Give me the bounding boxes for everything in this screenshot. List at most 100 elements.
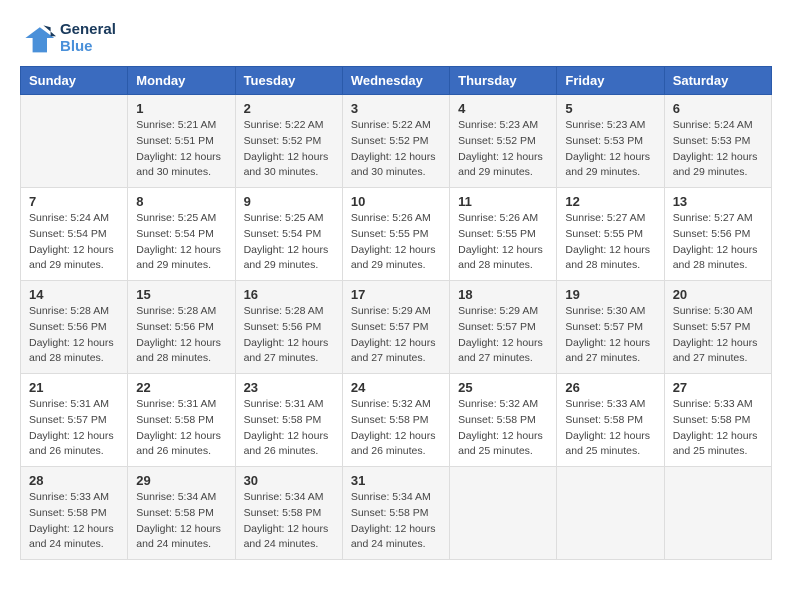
day-info: Sunrise: 5:26 AM Sunset: 5:55 PM Dayligh…	[458, 211, 548, 274]
day-info: Sunrise: 5:24 AM Sunset: 5:53 PM Dayligh…	[673, 118, 763, 181]
calendar-cell: 6Sunrise: 5:24 AM Sunset: 5:53 PM Daylig…	[664, 95, 771, 188]
day-number: 30	[244, 473, 334, 488]
calendar-table: SundayMondayTuesdayWednesdayThursdayFrid…	[20, 66, 772, 560]
column-header-wednesday: Wednesday	[342, 67, 449, 95]
day-number: 9	[244, 194, 334, 209]
day-info: Sunrise: 5:24 AM Sunset: 5:54 PM Dayligh…	[29, 211, 119, 274]
day-number: 15	[136, 287, 226, 302]
column-header-friday: Friday	[557, 67, 664, 95]
day-info: Sunrise: 5:34 AM Sunset: 5:58 PM Dayligh…	[351, 490, 441, 553]
day-number: 10	[351, 194, 441, 209]
calendar-cell: 10 Sunrise: 5:26 AM Sunset: 5:55 PM Dayli…	[342, 188, 449, 281]
day-number: 23	[244, 380, 334, 395]
day-number: 26	[565, 380, 655, 395]
calendar-cell: 27 Sunrise: 5:33 AM Sunset: 5:58 PM Dayli…	[664, 374, 771, 467]
day-number: 22	[136, 380, 226, 395]
calendar-cell: 26 Sunrise: 5:33 AM Sunset: 5:58 PM Dayli…	[557, 374, 664, 467]
day-number: 25	[458, 380, 548, 395]
day-info: Sunrise: 5:26 AM Sunset: 5:55 PM Dayligh…	[351, 211, 441, 274]
logo-text: General Blue	[60, 21, 116, 55]
calendar-cell	[21, 95, 128, 188]
calendar-cell: 1 Sunrise: 5:21 AM Sunset: 5:51 PM Daylig…	[128, 95, 235, 188]
calendar-cell: 8 Sunrise: 5:25 AM Sunset: 5:54 PM Daylig…	[128, 188, 235, 281]
calendar-week-3: 14 Sunrise: 5:28 AM Sunset: 5:56 PM Dayli…	[21, 281, 772, 374]
day-info: Sunrise: 5:32 AM Sunset: 5:58 PM Dayligh…	[351, 397, 441, 460]
day-info: Sunrise: 5:33 AM Sunset: 5:58 PM Dayligh…	[565, 397, 655, 460]
calendar-cell: 23 Sunrise: 5:31 AM Sunset: 5:58 PM Dayli…	[235, 374, 342, 467]
calendar-cell: 16 Sunrise: 5:28 AM Sunset: 5:56 PM Dayli…	[235, 281, 342, 374]
day-info: Sunrise: 5:25 AM Sunset: 5:54 PM Dayligh…	[136, 211, 226, 274]
day-number: 3	[351, 101, 441, 116]
calendar-cell: 7 Sunrise: 5:24 AM Sunset: 5:54 PM Daylig…	[21, 188, 128, 281]
day-info: Sunrise: 5:31 AM Sunset: 5:57 PM Dayligh…	[29, 397, 119, 460]
calendar-cell: 9 Sunrise: 5:25 AM Sunset: 5:54 PM Daylig…	[235, 188, 342, 281]
day-number: 24	[351, 380, 441, 395]
day-number: 27	[673, 380, 763, 395]
day-info: Sunrise: 5:34 AM Sunset: 5:58 PM Dayligh…	[244, 490, 334, 553]
calendar-cell: 19Sunrise: 5:30 AM Sunset: 5:57 PM Dayli…	[557, 281, 664, 374]
day-number: 28	[29, 473, 119, 488]
calendar-week-5: 28 Sunrise: 5:33 AM Sunset: 5:58 PM Dayli…	[21, 467, 772, 560]
day-number: 4	[458, 101, 548, 116]
calendar-cell	[664, 467, 771, 560]
day-info: Sunrise: 5:28 AM Sunset: 5:56 PM Dayligh…	[136, 304, 226, 367]
column-header-monday: Monday	[128, 67, 235, 95]
day-info: Sunrise: 5:31 AM Sunset: 5:58 PM Dayligh…	[136, 397, 226, 460]
day-info: Sunrise: 5:23 AM Sunset: 5:53 PM Dayligh…	[565, 118, 655, 181]
calendar-week-2: 7 Sunrise: 5:24 AM Sunset: 5:54 PM Daylig…	[21, 188, 772, 281]
calendar-week-4: 21 Sunrise: 5:31 AM Sunset: 5:57 PM Dayli…	[21, 374, 772, 467]
day-info: Sunrise: 5:21 AM Sunset: 5:51 PM Dayligh…	[136, 118, 226, 181]
day-info: Sunrise: 5:33 AM Sunset: 5:58 PM Dayligh…	[673, 397, 763, 460]
column-header-sunday: Sunday	[21, 67, 128, 95]
day-info: Sunrise: 5:33 AM Sunset: 5:58 PM Dayligh…	[29, 490, 119, 553]
calendar-cell: 11Sunrise: 5:26 AM Sunset: 5:55 PM Dayli…	[450, 188, 557, 281]
calendar-cell: 18Sunrise: 5:29 AM Sunset: 5:57 PM Dayli…	[450, 281, 557, 374]
day-info: Sunrise: 5:22 AM Sunset: 5:52 PM Dayligh…	[244, 118, 334, 181]
calendar-cell	[557, 467, 664, 560]
calendar-cell: 29Sunrise: 5:34 AM Sunset: 5:58 PM Dayli…	[128, 467, 235, 560]
day-info: Sunrise: 5:29 AM Sunset: 5:57 PM Dayligh…	[351, 304, 441, 367]
calendar-cell: 25 Sunrise: 5:32 AM Sunset: 5:58 PM Dayli…	[450, 374, 557, 467]
day-info: Sunrise: 5:25 AM Sunset: 5:54 PM Dayligh…	[244, 211, 334, 274]
day-number: 7	[29, 194, 119, 209]
calendar-cell: 28 Sunrise: 5:33 AM Sunset: 5:58 PM Dayli…	[21, 467, 128, 560]
logo: General Blue	[20, 20, 116, 56]
calendar-week-1: 1 Sunrise: 5:21 AM Sunset: 5:51 PM Daylig…	[21, 95, 772, 188]
column-header-tuesday: Tuesday	[235, 67, 342, 95]
calendar-cell: 20Sunrise: 5:30 AM Sunset: 5:57 PM Dayli…	[664, 281, 771, 374]
day-number: 8	[136, 194, 226, 209]
day-info: Sunrise: 5:34 AM Sunset: 5:58 PM Dayligh…	[136, 490, 226, 553]
column-header-saturday: Saturday	[664, 67, 771, 95]
calendar-header-row: SundayMondayTuesdayWednesdayThursdayFrid…	[21, 67, 772, 95]
day-info: Sunrise: 5:30 AM Sunset: 5:57 PM Dayligh…	[673, 304, 763, 367]
calendar-cell: 31 Sunrise: 5:34 AM Sunset: 5:58 PM Dayli…	[342, 467, 449, 560]
day-number: 31	[351, 473, 441, 488]
calendar-cell	[450, 467, 557, 560]
day-info: Sunrise: 5:30 AM Sunset: 5:57 PM Dayligh…	[565, 304, 655, 367]
calendar-cell: 22 Sunrise: 5:31 AM Sunset: 5:58 PM Dayli…	[128, 374, 235, 467]
day-number: 21	[29, 380, 119, 395]
day-info: Sunrise: 5:27 AM Sunset: 5:55 PM Dayligh…	[565, 211, 655, 274]
column-header-thursday: Thursday	[450, 67, 557, 95]
calendar-cell: 3Sunrise: 5:22 AM Sunset: 5:52 PM Daylig…	[342, 95, 449, 188]
calendar-cell: 14Sunrise: 5:28 AM Sunset: 5:56 PM Dayli…	[21, 281, 128, 374]
day-info: Sunrise: 5:32 AM Sunset: 5:58 PM Dayligh…	[458, 397, 548, 460]
day-number: 16	[244, 287, 334, 302]
day-info: Sunrise: 5:23 AM Sunset: 5:52 PM Dayligh…	[458, 118, 548, 181]
day-number: 12	[565, 194, 655, 209]
day-number: 14	[29, 287, 119, 302]
day-info: Sunrise: 5:31 AM Sunset: 5:58 PM Dayligh…	[244, 397, 334, 460]
day-number: 5	[565, 101, 655, 116]
logo-icon	[20, 20, 56, 56]
day-number: 13	[673, 194, 763, 209]
day-number: 1	[136, 101, 226, 116]
header: General Blue	[20, 20, 772, 56]
calendar-cell: 15 Sunrise: 5:28 AM Sunset: 5:56 PM Dayli…	[128, 281, 235, 374]
calendar-cell: 17 Sunrise: 5:29 AM Sunset: 5:57 PM Dayli…	[342, 281, 449, 374]
day-number: 17	[351, 287, 441, 302]
calendar-cell: 24 Sunrise: 5:32 AM Sunset: 5:58 PM Dayli…	[342, 374, 449, 467]
calendar-cell: 13Sunrise: 5:27 AM Sunset: 5:56 PM Dayli…	[664, 188, 771, 281]
calendar-cell: 5 Sunrise: 5:23 AM Sunset: 5:53 PM Daylig…	[557, 95, 664, 188]
calendar-cell: 12 Sunrise: 5:27 AM Sunset: 5:55 PM Dayli…	[557, 188, 664, 281]
day-info: Sunrise: 5:28 AM Sunset: 5:56 PM Dayligh…	[244, 304, 334, 367]
